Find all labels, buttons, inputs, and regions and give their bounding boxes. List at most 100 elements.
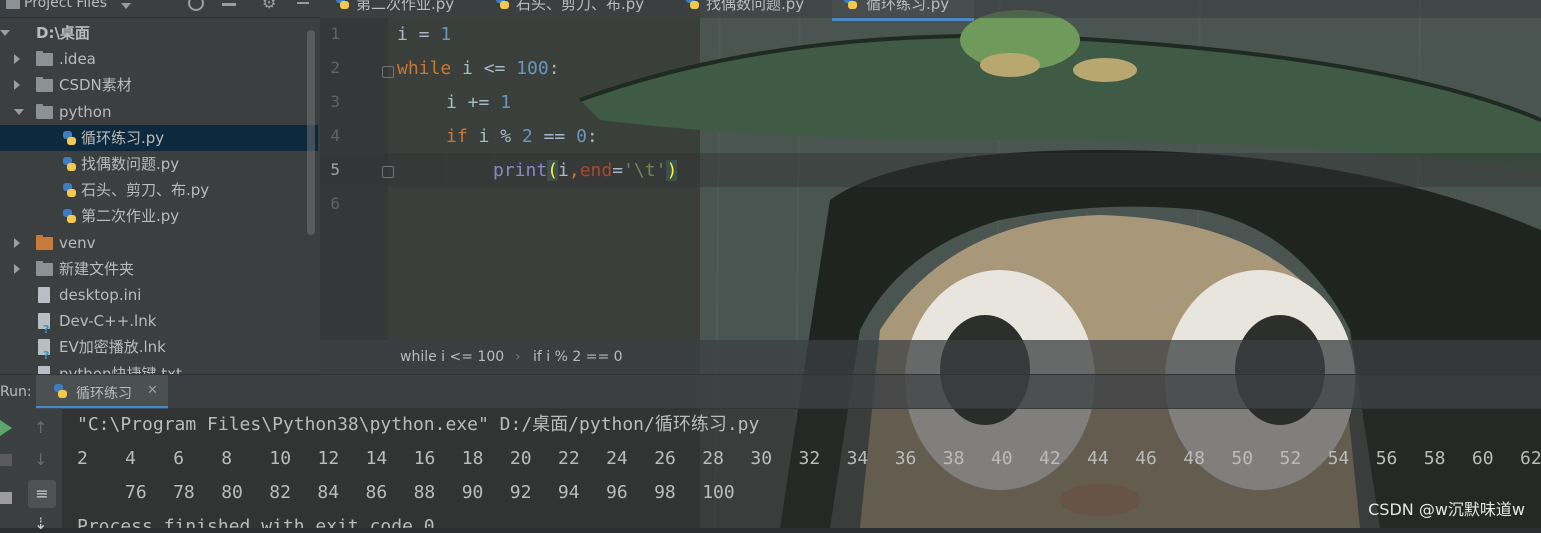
tree-item-label: 石头、剪刀、布.py [81,181,210,200]
python-file-icon [684,0,699,10]
python-file-icon [61,182,76,198]
rerun-icon[interactable] [0,420,12,436]
tree-item-label: venv [59,233,96,252]
console-output-number: 12 [317,448,340,469]
tree-item[interactable]: 循环练习.py [0,124,318,151]
tree-item[interactable]: 石头、剪刀、布.py [0,177,318,203]
scroll-to-end-icon[interactable]: ⇣ [34,514,47,533]
unknown-file-icon [38,313,50,343]
editor-tab-bar: 第二次作业.py 石头、剪刀、布.py 找偶数问题.py 循环练习.py [320,0,1541,21]
project-view-selector[interactable]: Project Files [24,0,107,11]
tree-item[interactable]: venv [0,230,318,256]
line-number: 3 [330,92,340,111]
console-output-number: 32 [798,448,821,469]
console-output-number: 24 [606,448,628,469]
console-output-number: 48 [1183,448,1205,469]
folder-icon [36,51,53,67]
tab-label: 第二次作业.py [356,0,455,13]
line-number-gutter[interactable]: 1 2 3 4 5 6 [320,18,394,340]
python-file-icon [61,208,76,224]
tab-second-homework[interactable]: 第二次作业.py [334,0,484,18]
tree-item[interactable]: CSDN素材 [0,72,318,98]
tab-rock-paper-scissors[interactable]: 石头、剪刀、布.py [494,0,664,18]
tree-item[interactable]: python [0,99,318,125]
scroll-down-icon[interactable]: ↓ [34,450,47,469]
folder-icon [36,77,53,93]
tree-item-label: python快捷键.txt [59,364,182,374]
tree-item-label: 新建文件夹 [59,259,135,278]
python-file-icon [61,156,76,172]
tree-item[interactable]: Dev-C++.lnk [0,308,318,343]
console-output-number: 46 [1135,448,1157,469]
stop-icon[interactable] [0,454,12,466]
sidebar-scrollbar[interactable] [307,30,315,235]
code-line-5: print(i,end='\t') [493,160,678,181]
tree-item[interactable]: EV加密播放.lnk [0,334,318,369]
chevron-down-icon[interactable] [14,108,24,115]
console-output-number: 50 [1231,448,1254,469]
line-number: 5 [330,160,340,179]
breadcrumb-item-if[interactable]: if i % 2 == 0 [533,340,623,374]
chevron-down-icon[interactable] [0,30,10,36]
gear-icon[interactable]: ⚙ [262,0,276,12]
project-header: Project Files ⚙ [0,0,320,18]
chevron-right-icon[interactable] [14,263,20,274]
tree-item[interactable]: .idea [0,46,318,72]
console-output-number: 84 [317,482,340,503]
code-editor[interactable]: i = 1 while i <= 100: i += 1 if i % 2 ==… [388,18,1541,340]
breadcrumb: while i <= 100 › if i % 2 == 0 [320,340,1541,374]
tree-item[interactable]: 找偶数问题.py [0,151,318,177]
run-tool-window-header: Run: 循环练习 ✕ [0,374,1541,409]
breadcrumb-item-while[interactable]: while i <= 100 [400,340,504,374]
console-output-number: 34 [846,448,869,469]
run-toolbar: ↑ ↓ ≡ ⇣ [0,408,62,533]
line-number: 2 [330,58,340,77]
tree-item-label: .idea [59,50,96,69]
code-line-3: i += 1 [446,92,512,113]
console-output-number: 22 [558,448,580,469]
close-icon[interactable]: ✕ [147,383,158,398]
tree-item-label: 找偶数问题.py [81,155,180,173]
soft-wrap-icon[interactable]: ≡ [28,480,56,508]
locate-icon[interactable] [188,0,204,11]
console-output-number: 36 [894,448,917,469]
chevron-right-icon[interactable] [14,80,20,91]
tab-label: 循环练习.py [866,0,950,13]
run-console-output[interactable]: "C:\Program Files\Python38\python.exe" D… [62,408,1541,528]
tree-item[interactable]: python快捷键.txt [0,361,318,374]
text-file-icon [38,365,50,374]
console-output-number: 38 [942,448,965,469]
tab-find-even-numbers[interactable]: 找偶数问题.py [684,0,824,18]
tree-item[interactable]: 新建文件夹 [0,256,318,282]
console-output-number: 28 [702,448,724,469]
code-line-4: if i % 2 == 0: [446,126,598,147]
folder-icon [36,260,53,276]
tree-item[interactable]: D:\桌面 [0,20,318,46]
python-file-icon [494,0,509,10]
run-label: Run: [0,384,32,400]
console-output-number: 80 [221,482,243,503]
csdn-watermark: CSDN @w沉默味道w [1368,500,1525,519]
tree-item[interactable]: 第二次作业.py [0,203,318,229]
console-output-number: 94 [557,482,580,503]
console-output-number: 98 [654,482,676,503]
tab-label: 找偶数问题.py [706,0,805,13]
minimize-icon[interactable] [297,2,309,4]
console-output-number: 76 [125,482,147,503]
python-file-icon [61,130,76,146]
breadcrumb-separator-icon: › [515,349,521,365]
tree-item-label: desktop.ini [59,286,142,304]
run-tab-loop-practice[interactable]: 循环练习 ✕ [36,375,168,409]
chevron-right-icon[interactable] [14,54,20,65]
console-output-number: 58 [1423,448,1446,469]
console-output-number: 6 [173,448,185,469]
tree-item[interactable]: desktop.ini [0,282,318,308]
console-output-number: 78 [173,482,195,503]
console-output-number: 96 [606,482,628,503]
scroll-up-icon[interactable]: ↑ [34,418,47,437]
chevron-down-icon[interactable] [121,3,131,9]
chevron-right-icon[interactable] [14,237,20,248]
python-file-icon [842,0,857,10]
line-number: 4 [330,126,340,145]
layout-icon[interactable] [0,492,12,504]
